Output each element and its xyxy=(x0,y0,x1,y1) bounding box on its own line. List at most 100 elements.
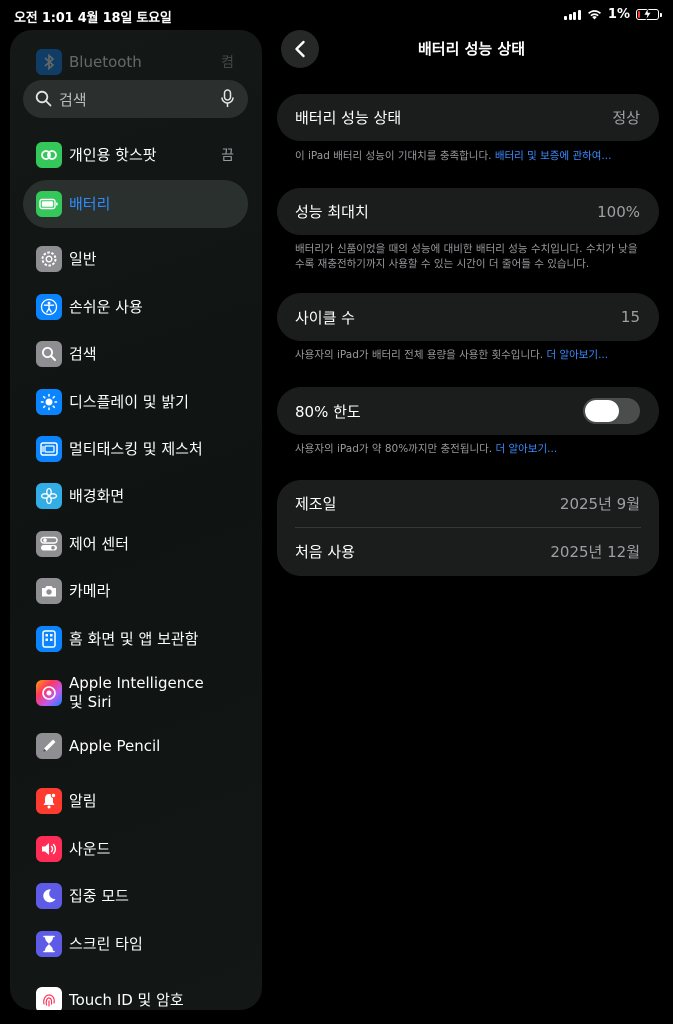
sidebar-item-label: Bluetooth xyxy=(69,52,142,71)
sidebar-item-battery[interactable]: 배터리 xyxy=(10,180,262,228)
sidebar-item-bluetooth[interactable]: Bluetooth 켬 xyxy=(10,39,262,85)
page-title: 배터리 성능 상태 xyxy=(417,40,526,58)
sidebar-item-label: 일반 xyxy=(69,249,97,268)
cycle-count-value: 15 xyxy=(620,308,640,326)
wifi-icon xyxy=(587,10,601,20)
battery-status-icon xyxy=(636,8,662,20)
limit-80-row: 80% 한도 xyxy=(277,387,659,435)
sidebar-item-label: Apple Intelligence 및 Siri xyxy=(69,674,204,711)
sidebar-item-multitasking[interactable]: 멀티태스킹 및 제스처 xyxy=(10,426,262,472)
sidebar[interactable]: Bluetooth 켬 검색 개인용 핫스팟 끔 배터리 일반 손쉬운 사용 검… xyxy=(10,30,262,1010)
limit-80-note: 사용자의 iPad가 약 80%까지만 충전됩니다. 더 알아보기... xyxy=(295,442,645,457)
battery-health-label: 배터리 성능 상태 xyxy=(295,109,402,127)
bluetooth-icon xyxy=(36,49,62,75)
toggle-knob xyxy=(585,400,619,422)
limit-80-label: 80% 한도 xyxy=(295,402,361,421)
bell-icon xyxy=(36,788,62,814)
battery-icon xyxy=(36,191,62,217)
microphone-icon[interactable] xyxy=(221,89,234,108)
cycle-count-row: 사이클 수 15 xyxy=(277,293,659,341)
note-text: 이 iPad 배터리 성능이 기대치를 충족합니다. xyxy=(295,150,492,162)
fingerprint-icon xyxy=(36,987,62,1010)
sidebar-item-label: Touch ID 및 암호 xyxy=(69,990,184,1009)
limit-80-group: 80% 한도 xyxy=(277,387,659,435)
sidebar-item-apple-intelligence[interactable]: Apple Intelligence 및 Siri xyxy=(10,670,262,716)
battery-health-group: 배터리 성능 상태 정상 xyxy=(277,94,659,141)
sidebar-item-label: 스크린 타임 xyxy=(69,934,143,953)
battery-health-note: 이 iPad 배터리 성능이 기대치를 충족합니다. 배터리 및 보증에 관하여… xyxy=(295,149,645,164)
note-text: 사용자의 iPad가 배터리 전체 용량을 사용한 횟수입니다. xyxy=(295,349,544,361)
sidebar-item-notifications[interactable]: 알림 xyxy=(10,778,262,824)
brightness-icon xyxy=(36,389,62,415)
sidebar-item-label: 홈 화면 및 앱 보관함 xyxy=(69,629,199,648)
screen: 오전 1:01 4월 18일 토요일 1% Bluetooth 켬 검색 개인용… xyxy=(0,0,673,1024)
camera-icon xyxy=(36,578,62,604)
battery-health-value: 정상 xyxy=(612,109,640,127)
battery-health-row: 배터리 성능 상태 정상 xyxy=(277,94,659,141)
sidebar-item-label: 배경화면 xyxy=(69,486,125,505)
sidebar-item-camera[interactable]: 카메라 xyxy=(10,568,262,614)
sidebar-item-control-center[interactable]: 제어 센터 xyxy=(10,521,262,567)
speaker-icon xyxy=(36,836,62,862)
sidebar-item-search[interactable]: 검색 xyxy=(10,331,262,377)
cycle-count-group: 사이클 수 15 xyxy=(277,293,659,341)
home-screen-icon xyxy=(36,626,62,652)
sidebar-item-focus[interactable]: 집중 모드 xyxy=(10,873,262,919)
dates-group: 제조일 2025년 9월 처음 사용 2025년 12월 xyxy=(277,480,659,576)
sidebar-item-value: 켬 xyxy=(221,55,234,71)
cycle-count-note: 사용자의 iPad가 배터리 전체 용량을 사용한 횟수입니다. 더 알아보기.… xyxy=(295,348,645,363)
sidebar-item-label: 검색 xyxy=(69,344,97,363)
sidebar-item-label: 집중 모드 xyxy=(69,886,129,905)
sidebar-item-label: 개인용 핫스팟 xyxy=(69,145,157,164)
sidebar-item-home-screen[interactable]: 홈 화면 및 앱 보관함 xyxy=(10,616,262,662)
sidebar-item-accessibility[interactable]: 손쉬운 사용 xyxy=(10,284,262,330)
sidebar-item-display[interactable]: 디스플레이 및 밝기 xyxy=(10,379,262,425)
sidebar-item-apple-pencil[interactable]: Apple Pencil xyxy=(10,723,262,769)
siri-icon xyxy=(36,680,62,706)
sidebar-item-label: Apple Pencil xyxy=(69,736,161,755)
max-capacity-value: 100% xyxy=(597,202,640,221)
accessibility-icon xyxy=(36,294,62,320)
learn-more-link[interactable]: 더 알아보기... xyxy=(496,443,558,455)
cellular-signal-icon xyxy=(564,9,581,20)
control-center-icon xyxy=(36,531,62,557)
sidebar-item-touch-id[interactable]: Touch ID 및 암호 xyxy=(10,977,262,1010)
note-text: 사용자의 iPad가 약 80%까지만 충전됩니다. xyxy=(295,443,493,455)
sidebar-item-screen-time[interactable]: 스크린 타임 xyxy=(10,921,262,967)
max-capacity-group: 성능 최대치 100% xyxy=(277,188,659,235)
sidebar-item-label: 카메라 xyxy=(69,581,111,600)
max-capacity-row: 성능 최대치 100% xyxy=(277,188,659,235)
sidebar-item-wallpaper[interactable]: 배경화면 xyxy=(10,473,262,519)
learn-more-link[interactable]: 더 알아보기... xyxy=(546,349,608,361)
hourglass-icon xyxy=(36,931,62,957)
manufacture-date-label: 제조일 xyxy=(295,495,337,513)
first-use-row: 처음 사용 2025년 12월 xyxy=(277,527,659,575)
sidebar-item-label: 디스플레이 및 밝기 xyxy=(69,392,189,411)
search-field[interactable]: 검색 xyxy=(23,80,248,118)
sidebar-item-label: 알림 xyxy=(69,791,97,810)
sidebar-item-label: 사운드 xyxy=(69,839,111,858)
manufacture-date-value: 2025년 9월 xyxy=(559,495,640,513)
search-placeholder: 검색 xyxy=(59,90,87,109)
sidebar-item-sounds[interactable]: 사운드 xyxy=(10,826,262,872)
status-time-date: 오전 1:01 4월 18일 토요일 xyxy=(14,11,172,26)
hotspot-icon xyxy=(36,142,62,168)
sidebar-item-general[interactable]: 일반 xyxy=(10,236,262,282)
sidebar-item-label: 멀티태스킹 및 제스처 xyxy=(69,439,203,458)
sidebar-item-label: 제어 센터 xyxy=(69,534,129,553)
status-bar: 오전 1:01 4월 18일 토요일 1% xyxy=(0,0,673,28)
sidebar-item-value: 끔 xyxy=(221,148,234,164)
gear-icon xyxy=(36,246,62,272)
first-use-label: 처음 사용 xyxy=(295,542,355,561)
first-use-value: 2025년 12월 xyxy=(550,542,640,561)
sidebar-item-label: 손쉬운 사용 xyxy=(69,297,143,316)
max-capacity-note: 배터리가 신품이었을 때의 성능에 대비한 배터리 성능 수치입니다. 수치가 … xyxy=(295,243,638,270)
status-icons: 1% xyxy=(564,7,662,22)
search-icon xyxy=(35,90,52,107)
limit-80-toggle[interactable] xyxy=(583,398,640,424)
battery-warranty-link[interactable]: 배터리 및 보증에 관하여... xyxy=(495,150,612,162)
pencil-icon xyxy=(36,733,62,759)
cycle-count-label: 사이클 수 xyxy=(295,308,355,327)
search-icon xyxy=(36,341,62,367)
sidebar-item-hotspot[interactable]: 개인용 핫스팟 끔 xyxy=(10,132,262,178)
